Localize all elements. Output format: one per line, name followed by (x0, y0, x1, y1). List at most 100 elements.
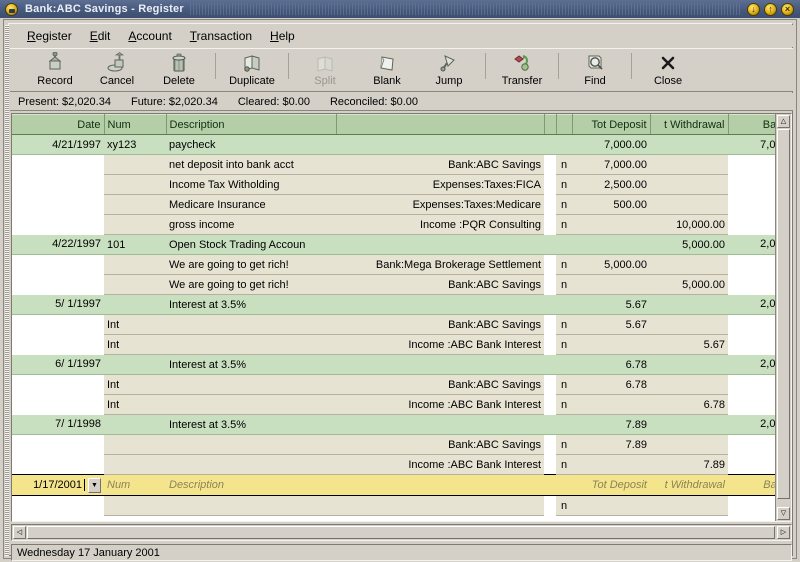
cell-num[interactable]: Int (104, 395, 166, 415)
table-row[interactable]: gross incomeIncome :PQR Consultingn10,00… (12, 215, 776, 235)
menu-transaction[interactable]: Transaction (181, 27, 261, 45)
scroll-down-arrow-icon[interactable]: ▽ (777, 507, 790, 520)
cell-bal[interactable]: 7,000.00 (728, 135, 776, 155)
cell-wdr[interactable]: 5,000.00 (650, 235, 728, 255)
cell-rec[interactable]: n (556, 255, 572, 275)
cell-date[interactable] (12, 335, 104, 355)
cell-num[interactable] (104, 435, 166, 455)
table-row[interactable]: IntBank:ABC Savingsn6.78 (12, 375, 776, 395)
cell-desc[interactable]: Open Stock Trading Accoun (166, 235, 336, 255)
cell-desc[interactable] (166, 375, 336, 395)
cell-desc[interactable]: We are going to get rich! (166, 255, 336, 275)
cell-date[interactable] (12, 375, 104, 395)
date-dropdown-icon[interactable]: ▼ (88, 478, 101, 493)
table-row[interactable]: 5/ 1/1997Interest at 3.5%5.672,005.67 (12, 295, 776, 315)
blank-split-row[interactable]: n (12, 496, 776, 516)
cell-date[interactable]: 5/ 1/1997 (12, 295, 104, 315)
cell-num[interactable] (104, 355, 166, 375)
window-menu-icon[interactable] (5, 3, 18, 16)
cell-rec[interactable] (556, 295, 572, 315)
cell-bal[interactable] (728, 375, 776, 395)
cell-dep[interactable]: 6.78 (572, 375, 650, 395)
column-header-account[interactable] (336, 115, 544, 135)
cell-acct[interactable]: Income :ABC Bank Interest (336, 395, 544, 415)
edit-deposit-cell[interactable]: Tot Deposit (572, 475, 650, 496)
cell-bal[interactable] (728, 275, 776, 295)
cell-desc[interactable] (166, 395, 336, 415)
cell-date[interactable]: 4/21/1997 (12, 135, 104, 155)
cell-acct[interactable] (336, 135, 544, 155)
cell-date[interactable] (12, 435, 104, 455)
scroll-up-arrow-icon[interactable]: △ (777, 115, 790, 128)
close-icon[interactable]: × (781, 3, 794, 16)
toolbar-close-button[interactable]: Close (637, 49, 699, 91)
cell-date[interactable] (12, 175, 104, 195)
cell-rec[interactable]: n (556, 215, 572, 235)
cell-wdr[interactable]: 6.78 (650, 395, 728, 415)
cell-wdr[interactable]: 5.67 (650, 335, 728, 355)
cell-dep[interactable]: 5.67 (572, 295, 650, 315)
blank-deposit-cell[interactable] (572, 496, 650, 516)
edit-reconcile-cell[interactable] (556, 475, 572, 496)
cell-num[interactable]: Int (104, 315, 166, 335)
column-header-description[interactable]: Description (166, 115, 336, 135)
cell-bal[interactable] (728, 175, 776, 195)
table-row[interactable]: IntIncome :ABC Bank Interestn5.67 (12, 335, 776, 355)
cell-wdr[interactable] (650, 295, 728, 315)
table-row[interactable]: Medicare InsuranceExpenses:Taxes:Medicar… (12, 195, 776, 215)
table-row[interactable]: IntBank:ABC Savingsn5.67 (12, 315, 776, 335)
cell-acct[interactable] (336, 355, 544, 375)
menu-edit[interactable]: Edit (81, 27, 120, 45)
cell-wdr[interactable] (650, 375, 728, 395)
cell-bal[interactable] (728, 315, 776, 335)
cell-acct[interactable]: Bank:Mega Brokerage Settlement (336, 255, 544, 275)
cell-desc[interactable]: Interest at 3.5% (166, 415, 336, 435)
horizontal-scroll-thumb[interactable] (27, 526, 775, 539)
cell-num[interactable] (104, 215, 166, 235)
minimize-icon[interactable]: ↓ (747, 3, 760, 16)
cell-bal[interactable] (728, 455, 776, 475)
cell-acct[interactable]: Expenses:Taxes:FICA (336, 175, 544, 195)
cell-desc[interactable]: paycheck (166, 135, 336, 155)
cell-acct[interactable]: Bank:ABC Savings (336, 375, 544, 395)
cell-date[interactable]: 6/ 1/1997 (12, 355, 104, 375)
column-header-date[interactable]: Date (12, 115, 104, 135)
cell-acct[interactable] (336, 235, 544, 255)
cell-bal[interactable] (728, 195, 776, 215)
table-row[interactable]: 4/22/1997101Open Stock Trading Accoun5,0… (12, 235, 776, 255)
cell-rec[interactable] (556, 355, 572, 375)
cell-num[interactable] (104, 175, 166, 195)
cell-acct[interactable]: Bank:ABC Savings (336, 275, 544, 295)
cell-acct[interactable]: Bank:ABC Savings (336, 435, 544, 455)
cell-rec[interactable]: n (556, 435, 572, 455)
cell-desc[interactable]: Medicare Insurance (166, 195, 336, 215)
scroll-right-arrow-icon[interactable]: ▷ (777, 526, 790, 539)
cell-num[interactable] (104, 455, 166, 475)
cell-rec[interactable]: n (556, 275, 572, 295)
cell-desc[interactable]: Interest at 3.5% (166, 355, 336, 375)
cell-date[interactable]: 4/22/1997 (12, 235, 104, 255)
cell-wdr[interactable]: 7.89 (650, 455, 728, 475)
cell-desc[interactable]: Income Tax Witholding (166, 175, 336, 195)
table-row[interactable]: Bank:ABC Savingsn7.89 (12, 435, 776, 455)
toolbar-find-button[interactable]: Find (564, 49, 626, 91)
edit-date-value[interactable]: 1/17/2001 (33, 479, 85, 491)
scroll-left-arrow-icon[interactable]: ◁ (13, 526, 26, 539)
window-resize-handle[interactable] (5, 25, 9, 556)
cell-date[interactable] (12, 395, 104, 415)
cell-wdr[interactable]: 5,000.00 (650, 275, 728, 295)
maximize-icon[interactable]: ↑ (764, 3, 777, 16)
edit-withdrawal-cell[interactable]: t Withdrawal (650, 475, 728, 496)
cell-rec[interactable] (556, 135, 572, 155)
cell-acct[interactable] (336, 415, 544, 435)
cell-acct[interactable]: Income :ABC Bank Interest (336, 335, 544, 355)
cell-dep[interactable] (572, 215, 650, 235)
cell-num[interactable] (104, 295, 166, 315)
cell-dep[interactable]: 7,000.00 (572, 155, 650, 175)
cell-wdr[interactable] (650, 315, 728, 335)
cell-rec[interactable]: n (556, 155, 572, 175)
blank-balance-cell[interactable] (728, 496, 776, 516)
cell-bal[interactable] (728, 335, 776, 355)
column-header-withdrawal[interactable]: t Withdrawal (650, 115, 728, 135)
toolbar-duplicate-button[interactable]: Duplicate (221, 49, 283, 91)
